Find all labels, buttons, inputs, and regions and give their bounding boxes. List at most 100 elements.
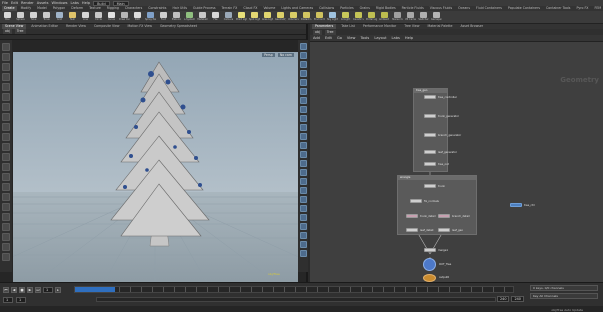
viewer-tool-icon[interactable]: [2, 143, 10, 151]
display-option-icon[interactable]: [299, 142, 307, 149]
keys-channels-label[interactable]: 0 keys, 0/0 channels: [530, 285, 598, 291]
display-option-icon[interactable]: [299, 169, 307, 176]
jump-start-button[interactable]: ⏮: [3, 286, 9, 293]
shelf-tool-tube[interactable]: Tube: [28, 12, 39, 23]
network-path-obj[interactable]: obj: [313, 29, 322, 35]
shelf-tool-path[interactable]: Path: [132, 12, 143, 23]
viewer-tool-icon[interactable]: [2, 243, 10, 251]
viewer-tool-icon[interactable]: [2, 233, 10, 241]
desktop-selector[interactable]: Main: [112, 0, 129, 6]
viewer-tool-icon[interactable]: [2, 113, 10, 121]
display-option-icon[interactable]: [299, 124, 307, 131]
node-tree-out[interactable]: tree_out: [424, 162, 449, 166]
node-out-tree[interactable]: OUT_Tree: [423, 258, 451, 271]
shelf-tool-sky-light[interactable]: Sky Light: [327, 12, 338, 23]
display-option-icon[interactable]: [299, 178, 307, 185]
network-menu-view[interactable]: View: [347, 36, 356, 40]
network-menu-edit[interactable]: Edit: [325, 36, 332, 40]
viewer-tool-icon[interactable]: [2, 253, 10, 261]
current-frame-field[interactable]: 1: [43, 286, 53, 293]
shelf-tool-platonic[interactable]: Platonic: [171, 12, 182, 23]
display-option-icon[interactable]: [299, 214, 307, 221]
shelf-tool-file[interactable]: File: [210, 12, 221, 23]
network-canvas[interactable]: Geometry tree_gen wrangle tree_controlle…: [310, 42, 603, 282]
shelf-tool-circle[interactable]: Circle: [93, 12, 104, 23]
shelf-tool-caustic-light[interactable]: Caustic Light: [353, 12, 364, 23]
viewer-tool-icon[interactable]: [2, 223, 10, 231]
network-menu-labs[interactable]: Labs: [392, 36, 400, 40]
viewer-tool-icon[interactable]: [2, 93, 10, 101]
display-option-icon[interactable]: [299, 241, 307, 248]
node-trunk[interactable]: trunk: [424, 184, 445, 188]
display-option-icon[interactable]: [299, 160, 307, 167]
display-option-icon[interactable]: [299, 205, 307, 212]
display-option-icon[interactable]: [299, 43, 307, 50]
shelf-tool-spray-paint[interactable]: Spray Paint: [145, 12, 156, 23]
menu-edit[interactable]: Edit: [11, 1, 18, 5]
shelf-tool-null[interactable]: Null: [67, 12, 78, 23]
viewer-tab-render-view[interactable]: Render View: [63, 24, 89, 29]
shelf-tool-gi-light[interactable]: GI Light: [340, 12, 351, 23]
node-trunk-detail[interactable]: trunk_detail: [406, 214, 435, 218]
start-frame-field-2[interactable]: 1: [16, 297, 26, 303]
display-option-icon[interactable]: [299, 187, 307, 194]
viewer-tab-geometry-spreadsheet[interactable]: Geometry Spreadsheet: [157, 24, 200, 29]
shelf-tool-torus[interactable]: Torus: [41, 12, 52, 23]
display-option-icon[interactable]: [299, 232, 307, 239]
display-option-icon[interactable]: [299, 106, 307, 113]
shelf-tool-camera[interactable]: Camera: [223, 12, 234, 23]
shelf-tool-volume-light[interactable]: Volume Light: [288, 12, 299, 23]
shelf-tool-sphere[interactable]: Sphere: [15, 12, 26, 23]
stop-button[interactable]: ■: [19, 286, 25, 293]
viewer-tool-icon[interactable]: [2, 133, 10, 141]
display-option-icon[interactable]: [299, 97, 307, 104]
viewer-tab-motion-fx-view[interactable]: Motion FX View: [125, 24, 155, 29]
pane-tab-take-list[interactable]: Take List: [338, 24, 358, 29]
viewer-tool-icon[interactable]: [2, 163, 10, 171]
viewer-tool-icon[interactable]: [2, 63, 10, 71]
network-menu-add[interactable]: Add: [313, 36, 320, 40]
shelf-tool-line[interactable]: Line: [80, 12, 91, 23]
viewer-tool-icon[interactable]: [2, 193, 10, 201]
node-trunk-generator[interactable]: trunk_generator: [424, 114, 459, 118]
node-branch-generator[interactable]: branch_generator: [424, 133, 461, 137]
node-leaf-detail[interactable]: leaf_detail: [406, 228, 433, 232]
node-tree-ctrl[interactable]: tree_ctrl: [510, 203, 535, 207]
viewer-path-tree[interactable]: Tree: [14, 29, 26, 34]
network-tab-tree-view[interactable]: Tree View: [401, 24, 422, 29]
display-option-icon[interactable]: [299, 70, 307, 77]
display-option-icon[interactable]: [299, 61, 307, 68]
display-option-icon[interactable]: [299, 79, 307, 86]
shelf-tool-vr-camera[interactable]: VR Camera: [405, 12, 416, 23]
viewport-canvas[interactable]: [13, 52, 298, 284]
viewer-tab-animation-editor[interactable]: Animation Editor: [28, 24, 61, 29]
pane-tab-parameters[interactable]: Parameters: [312, 24, 337, 29]
node-merge[interactable]: merge1: [424, 248, 448, 252]
shelf-tool-curve[interactable]: Curve: [106, 12, 117, 23]
node-leaf-generator[interactable]: leaf_generator: [424, 150, 457, 154]
display-option-icon[interactable]: [299, 250, 307, 257]
node-tree-controller[interactable]: tree_controller: [424, 95, 457, 99]
pane-tab-performance-monitor[interactable]: Performance Monitor: [360, 24, 399, 29]
network-menu-tools[interactable]: Tools: [360, 36, 369, 40]
shelf-tool-draw-curve[interactable]: Draw Curve: [119, 12, 130, 23]
play-button[interactable]: ▶: [27, 286, 33, 293]
viewer-tool-icon[interactable]: [2, 83, 10, 91]
viewer-tool-icon[interactable]: [2, 123, 10, 131]
viewer-tool-icon[interactable]: [2, 213, 10, 221]
viewer-tool-icon[interactable]: [2, 173, 10, 181]
viewer-tool-icon[interactable]: [2, 183, 10, 191]
shelf-tool-point-light[interactable]: Point Light: [236, 12, 247, 23]
display-option-icon[interactable]: [299, 52, 307, 59]
display-option-icon[interactable]: [299, 196, 307, 203]
build-selector[interactable]: Build: [93, 0, 110, 6]
viewer-tab-composite-view[interactable]: Composite View: [91, 24, 123, 29]
shelf-tool-portal-light[interactable]: Portal Light: [366, 12, 377, 23]
node-output[interactable]: output0: [423, 274, 449, 282]
start-frame-field[interactable]: 1: [3, 297, 13, 303]
camera-label[interactable]: No cam: [277, 53, 294, 57]
viewer-tool-icon[interactable]: [2, 153, 10, 161]
display-option-icon[interactable]: [299, 151, 307, 158]
shelf-tool-box[interactable]: Box: [2, 12, 13, 23]
shelf-tool-gamepad-camera[interactable]: Gamepad Camera: [431, 12, 442, 23]
